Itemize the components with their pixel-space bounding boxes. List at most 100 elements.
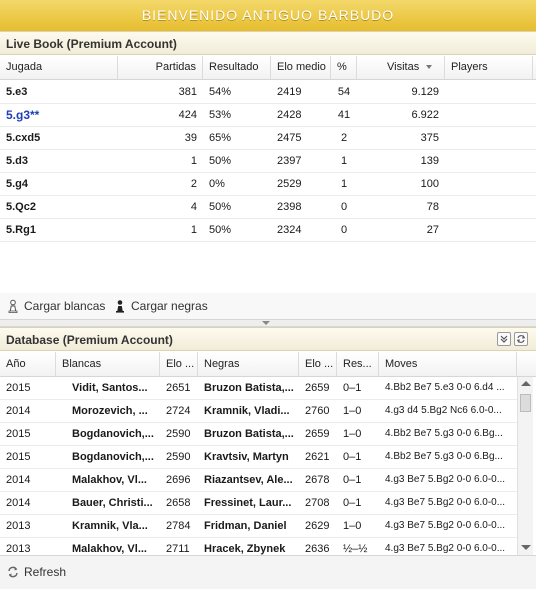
cell-move: 5.g3** [6, 108, 40, 122]
database-row[interactable]: 2015 Vidit, Santos... 2651 Bruzon Batista,.… [0, 377, 517, 400]
banner-title: BIENVENIDO ANTIGUO BARBUDO [141, 7, 395, 23]
cell-pct: 1 [340, 178, 348, 190]
splitter-grip-icon [262, 321, 270, 325]
cell-move: 5.d3 [6, 155, 29, 167]
col-partidas[interactable]: Partidas [118, 56, 203, 79]
cell-move: 5.g4 [6, 178, 29, 190]
cell-black: Fressinet, Laur... [204, 497, 292, 509]
live-book-footer: Cargar blancas Cargar negras [0, 293, 536, 320]
col-percent[interactable]: % [331, 56, 357, 79]
cell-moves: 4.Bb2 Be7 5.g3 0-0 6.Bg... [385, 428, 503, 439]
live-book-row[interactable]: 5.Qc2 4 50% 2398 0 78 [0, 196, 536, 219]
cell-res: 1–0 [343, 428, 362, 440]
cell-white: Bogdanovich,... [72, 428, 154, 440]
panel-splitter[interactable] [0, 320, 536, 327]
cell-res: 1–0 [343, 405, 362, 417]
cell-elo: 2324 [277, 224, 302, 236]
load-black-button[interactable]: Cargar negras [113, 298, 213, 315]
cell-elo-w: 2651 [166, 382, 191, 394]
cell-moves: 4.g3 Be7 5.Bg2 0-0 6.0-0... [385, 520, 506, 531]
load-white-button[interactable]: Cargar blancas [6, 298, 106, 315]
col-moves[interactable]: Moves [379, 352, 517, 376]
cell-elo-w: 2724 [166, 405, 191, 417]
col-elo-black-label: Elo ... [305, 358, 334, 370]
cell-elo-b: 2678 [305, 474, 330, 486]
live-book-row[interactable]: 5.d3 1 50% 2397 1 139 [0, 150, 536, 173]
cell-year: 2014 [6, 405, 31, 417]
cell-pct: 54 [337, 86, 351, 98]
col-elo-medio[interactable]: Elo medio [271, 56, 331, 79]
col-elo-white[interactable]: Elo ... [160, 352, 198, 376]
cell-elo: 2398 [277, 201, 302, 213]
database-header: Database (Premium Account) [0, 327, 536, 351]
cell-elo: 2529 [277, 178, 302, 190]
load-black-label: Cargar negras [131, 299, 208, 313]
cell-res: 0–1 [343, 497, 362, 509]
live-book-title: Live Book (Premium Account) [6, 37, 177, 51]
database-title: Database (Premium Account) [6, 333, 173, 347]
sync-icon[interactable] [514, 332, 528, 346]
cell-games: 1 [190, 155, 197, 167]
refresh-button[interactable]: Refresh [6, 564, 76, 581]
cell-moves: 4.g3 Be7 5.Bg2 0-0 6.0-0... [385, 543, 506, 554]
col-white-label: Blancas [62, 358, 102, 370]
col-resultado[interactable]: Resultado [203, 56, 271, 79]
scroll-thumb[interactable] [520, 394, 531, 412]
database-row[interactable]: 2015 Bogdanovich,... 2590 Kravtsiv, Martyn 2… [0, 446, 517, 469]
cell-visits: 78 [426, 201, 439, 213]
cell-year: 2015 [6, 382, 31, 394]
col-black[interactable]: Negras [198, 352, 299, 376]
scroll-down-icon[interactable] [521, 545, 531, 550]
database-row[interactable]: 2014 Morozevich, ... 2724 Kramnik, Vladi...… [0, 400, 517, 423]
cell-moves: 4.g3 Be7 5.Bg2 0-0 6.0-0... [385, 497, 506, 508]
col-result[interactable]: Res... [337, 352, 379, 376]
col-jugada[interactable]: Jugada [0, 56, 118, 79]
cell-elo-w: 2711 [166, 543, 190, 555]
database-row[interactable]: 2013 Kramnik, Vla... 2784 Fridman, Daniel 26… [0, 515, 517, 538]
cell-games: 4 [190, 201, 197, 213]
cell-white: Morozevich, ... [72, 405, 148, 417]
database-row[interactable]: 2014 Bauer, Christi... 2658 Fressinet, Laur… [0, 492, 517, 515]
live-book-row[interactable]: 5.g4 2 0% 2529 1 100 [0, 173, 536, 196]
cell-result: 65% [209, 132, 232, 144]
live-book-row[interactable]: 5.g3** 424 53% 2428 41 6.922 [0, 104, 536, 127]
col-jugada-label: Jugada [6, 61, 43, 73]
live-book-row[interactable]: 5.e3 381 54% 2419 54 9.129 [0, 81, 536, 104]
col-moves-label: Moves [385, 358, 418, 370]
cell-black: Riazantsev, Ale... [204, 474, 293, 486]
cell-elo: 2428 [277, 109, 302, 121]
database-row[interactable]: 2015 Bogdanovich,... 2590 Bruzon Batista,..… [0, 423, 517, 446]
col-white[interactable]: Blancas [56, 352, 160, 376]
cell-result: 50% [209, 224, 232, 236]
col-visitas[interactable]: Visitas [357, 56, 445, 79]
cell-white: Vidit, Santos... [72, 382, 148, 394]
database-scrollbar[interactable] [517, 377, 533, 555]
live-book-row[interactable]: 5.Rg1 1 50% 2324 0 27 [0, 219, 536, 242]
col-players[interactable]: Players [445, 56, 533, 79]
live-book-grid: 5.e3 381 54% 2419 54 9.129 5.g3** 424 53% 2428 41 6… [0, 81, 536, 294]
col-percent-label: % [337, 61, 347, 73]
col-elo-black[interactable]: Elo ... [299, 352, 337, 376]
database-row[interactable]: 2013 Malakhov, Vl... 2711 Hracek, Zbynek 263… [0, 538, 517, 555]
cell-move: 5.e3 [6, 86, 28, 98]
cell-result: 53% [209, 109, 232, 121]
cell-black: Kravtsiv, Martyn [204, 451, 289, 463]
cell-games: 2 [190, 178, 197, 190]
col-elo-white-label: Elo ... [166, 358, 195, 370]
cell-result: 0% [209, 178, 225, 190]
collapse-icon[interactable] [497, 332, 511, 346]
cell-moves: 4.g3 Be7 5.Bg2 0-0 6.0-0... [385, 474, 506, 485]
live-book-row[interactable]: 5.cxd5 39 65% 2475 2 375 [0, 127, 536, 150]
cell-elo-b: 2659 [305, 428, 330, 440]
scroll-up-icon[interactable] [521, 381, 531, 386]
cell-white: Malakhov, Vl... [72, 474, 147, 486]
cell-visits: 375 [420, 132, 439, 144]
database-row[interactable]: 2014 Malakhov, Vl... 2696 Riazantsev, Ale..… [0, 469, 517, 492]
col-year[interactable]: Año [0, 352, 56, 376]
welcome-banner: BIENVENIDO ANTIGUO BARBUDO [0, 0, 536, 32]
col-players-label: Players [451, 61, 488, 73]
cell-year: 2013 [6, 520, 31, 532]
cell-pct: 1 [340, 155, 348, 167]
cell-elo-w: 2658 [166, 497, 191, 509]
col-result-label: Res... [343, 358, 372, 370]
